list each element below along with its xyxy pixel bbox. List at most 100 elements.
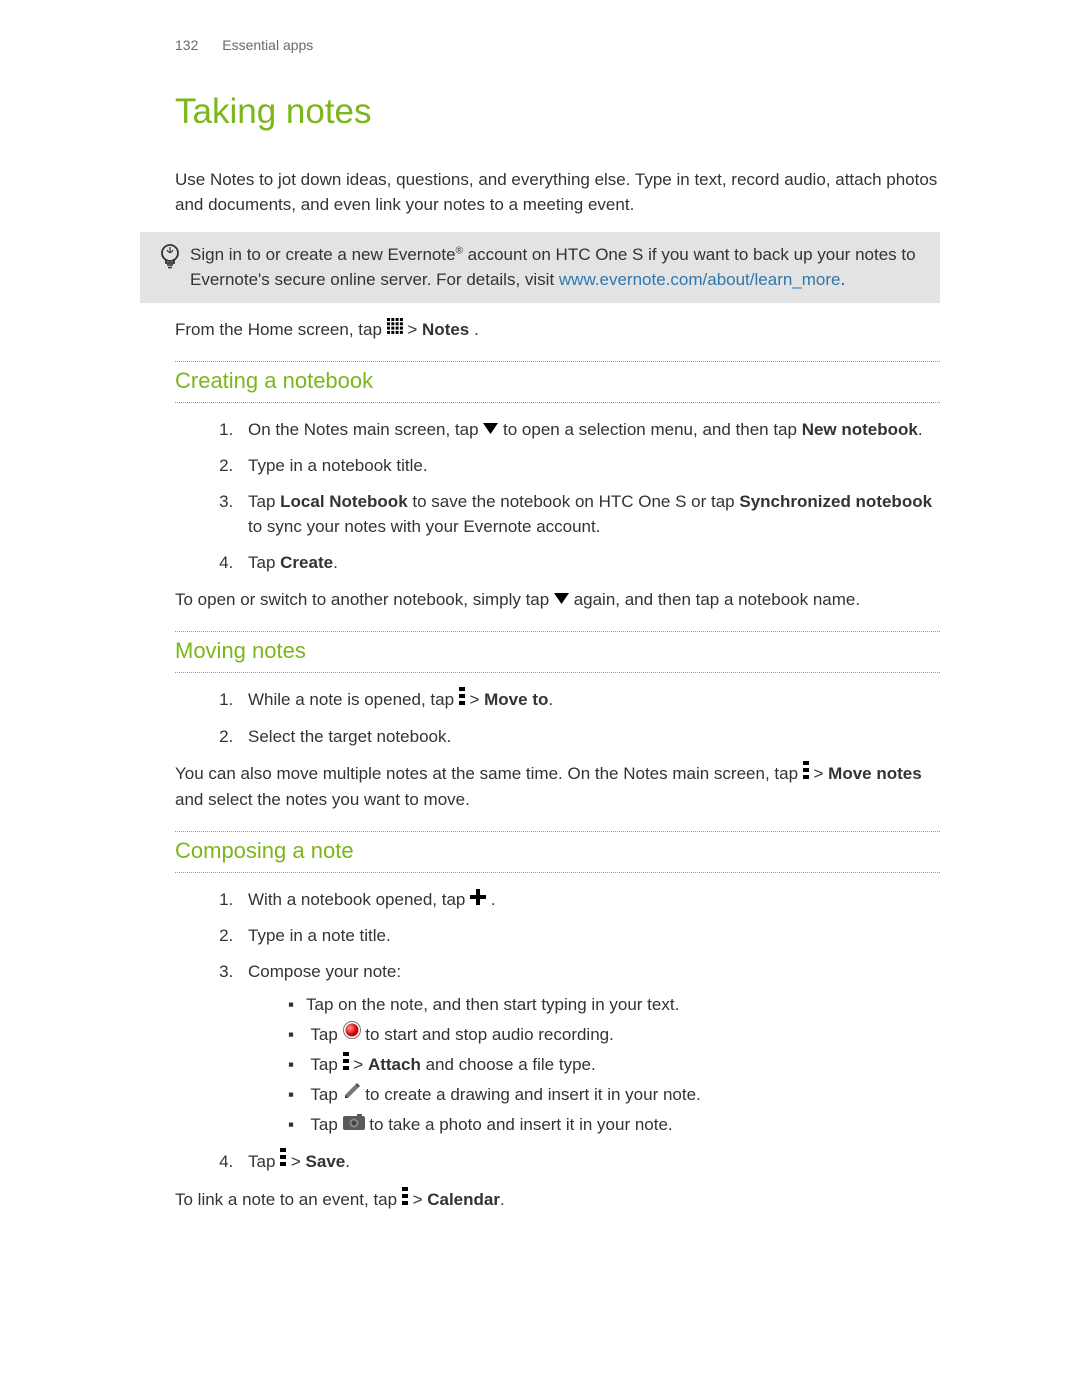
overflow-menu-icon bbox=[280, 1148, 286, 1174]
tip-box: Sign in to or create a new Evernote® acc… bbox=[140, 232, 940, 303]
section-heading-creating: Creating a notebook bbox=[175, 364, 940, 397]
bullet-text: Tap bbox=[310, 1085, 342, 1104]
step-text: to open a selection menu, and then tap bbox=[503, 420, 802, 439]
list-item: On the Notes main screen, tap to open a … bbox=[238, 417, 940, 443]
evernote-link[interactable]: www.evernote.com/about/learn_more bbox=[559, 270, 841, 289]
moving-steps: While a note is opened, tap > Move to. S… bbox=[218, 687, 940, 749]
list-item: Tap Local Notebook to save the notebook … bbox=[238, 489, 940, 540]
step-bold: Save bbox=[306, 1152, 346, 1171]
step-text: With a notebook opened, tap bbox=[248, 890, 470, 909]
bullet-text: > bbox=[353, 1055, 368, 1074]
lightbulb-icon bbox=[159, 243, 181, 292]
step-text: Compose your note: bbox=[248, 962, 401, 981]
section-divider: Composing a note bbox=[175, 831, 940, 873]
dropdown-triangle-icon bbox=[483, 417, 498, 443]
after-text: To link a note to an event, tap bbox=[175, 1190, 402, 1209]
bullet-text: to take a photo and insert it in your no… bbox=[369, 1115, 672, 1134]
home-notes: Notes bbox=[422, 320, 469, 339]
after-bold: Calendar bbox=[427, 1190, 500, 1209]
tip-text: Sign in to or create a new Evernote® acc… bbox=[190, 242, 924, 293]
tip-part1: Sign in to or create a new Evernote bbox=[190, 245, 456, 264]
page-header: 132 Essential apps bbox=[175, 35, 940, 56]
overflow-menu-icon bbox=[459, 687, 465, 713]
list-item: Type in a note title. bbox=[238, 923, 940, 949]
list-item: Tap > Attach and choose a file type. bbox=[288, 1052, 940, 1078]
step-text: Tap bbox=[248, 492, 280, 511]
step-text: to sync your notes with your Evernote ac… bbox=[248, 517, 600, 536]
compose-bullets: Tap on the note, and then start typing i… bbox=[288, 992, 940, 1139]
list-item: Compose your note: Tap on the note, and … bbox=[238, 959, 940, 1139]
section-heading-moving: Moving notes bbox=[175, 634, 940, 667]
list-item: Tap to create a drawing and insert it in… bbox=[288, 1082, 940, 1108]
home-instruction: From the Home screen, tap > Notes . bbox=[175, 317, 940, 343]
home-mid: > bbox=[407, 320, 422, 339]
camera-icon bbox=[343, 1112, 365, 1138]
pencil-icon bbox=[343, 1082, 361, 1108]
bullet-text: and choose a file type. bbox=[421, 1055, 596, 1074]
page-title: Taking notes bbox=[175, 86, 940, 139]
step-text: . bbox=[491, 890, 496, 909]
composing-after: To link a note to an event, tap > Calend… bbox=[175, 1187, 940, 1213]
after-text: again, and then tap a notebook name. bbox=[574, 590, 860, 609]
after-text: > bbox=[413, 1190, 428, 1209]
step-text: . bbox=[548, 690, 553, 709]
section-divider: Moving notes bbox=[175, 631, 940, 673]
section-heading-composing: Composing a note bbox=[175, 834, 940, 867]
list-item: Select the target notebook. bbox=[238, 724, 940, 750]
after-text: . bbox=[500, 1190, 505, 1209]
tip-part3: . bbox=[841, 270, 846, 289]
section-divider: Creating a notebook bbox=[175, 361, 940, 403]
step-text: . bbox=[918, 420, 923, 439]
list-item: Tap to take a photo and insert it in you… bbox=[288, 1112, 940, 1138]
overflow-menu-icon bbox=[343, 1052, 349, 1078]
moving-after: You can also move multiple notes at the … bbox=[175, 761, 940, 813]
plus-icon bbox=[470, 887, 486, 913]
step-text: . bbox=[333, 553, 338, 572]
step-bold: Local Notebook bbox=[280, 492, 408, 511]
list-item: Tap Create. bbox=[238, 550, 940, 576]
step-text: On the Notes main screen, tap bbox=[248, 420, 483, 439]
overflow-menu-icon bbox=[803, 761, 809, 787]
after-text: To open or switch to another notebook, s… bbox=[175, 590, 554, 609]
list-item: With a notebook opened, tap . bbox=[238, 887, 940, 913]
step-bold: Move to bbox=[484, 690, 548, 709]
step-text: > bbox=[291, 1152, 306, 1171]
registered-mark: ® bbox=[456, 245, 463, 256]
bullet-text: to create a drawing and insert it in you… bbox=[365, 1085, 700, 1104]
bullet-text: Tap bbox=[310, 1055, 342, 1074]
list-item: Type in a notebook title. bbox=[238, 453, 940, 479]
step-text: > bbox=[469, 690, 484, 709]
intro-paragraph: Use Notes to jot down ideas, questions, … bbox=[175, 167, 940, 218]
bullet-text: Tap bbox=[310, 1025, 342, 1044]
step-text: . bbox=[345, 1152, 350, 1171]
home-post: . bbox=[474, 320, 479, 339]
record-icon bbox=[343, 1021, 361, 1047]
step-bold: New notebook bbox=[802, 420, 918, 439]
list-item: Tap > Save. bbox=[238, 1149, 940, 1175]
step-bold: Create bbox=[280, 553, 333, 572]
composing-steps: With a notebook opened, tap . Type in a … bbox=[218, 887, 940, 1175]
after-text: and select the notes you want to move. bbox=[175, 790, 470, 809]
apps-grid-icon bbox=[387, 316, 403, 342]
page-number: 132 bbox=[175, 37, 198, 53]
list-item: While a note is opened, tap > Move to. bbox=[238, 687, 940, 713]
home-pre: From the Home screen, tap bbox=[175, 320, 387, 339]
step-text: to save the notebook on HTC One S or tap bbox=[408, 492, 740, 511]
creating-steps: On the Notes main screen, tap to open a … bbox=[218, 417, 940, 575]
bullet-bold: Attach bbox=[368, 1055, 421, 1074]
creating-after: To open or switch to another notebook, s… bbox=[175, 587, 940, 613]
after-bold: Move notes bbox=[828, 764, 922, 783]
overflow-menu-icon bbox=[402, 1187, 408, 1213]
bullet-text: Tap bbox=[310, 1115, 342, 1134]
step-text: Tap bbox=[248, 1152, 275, 1171]
bullet-text: to start and stop audio recording. bbox=[365, 1025, 614, 1044]
dropdown-triangle-icon bbox=[554, 587, 569, 613]
list-item: Tap on the note, and then start typing i… bbox=[288, 992, 940, 1018]
step-text: While a note is opened, tap bbox=[248, 690, 459, 709]
after-text: > bbox=[814, 764, 829, 783]
after-text: You can also move multiple notes at the … bbox=[175, 764, 803, 783]
step-bold: Synchronized notebook bbox=[739, 492, 932, 511]
header-section: Essential apps bbox=[222, 37, 313, 53]
list-item: Tap to start and stop audio recording. bbox=[288, 1022, 940, 1048]
step-text: Tap bbox=[248, 553, 280, 572]
